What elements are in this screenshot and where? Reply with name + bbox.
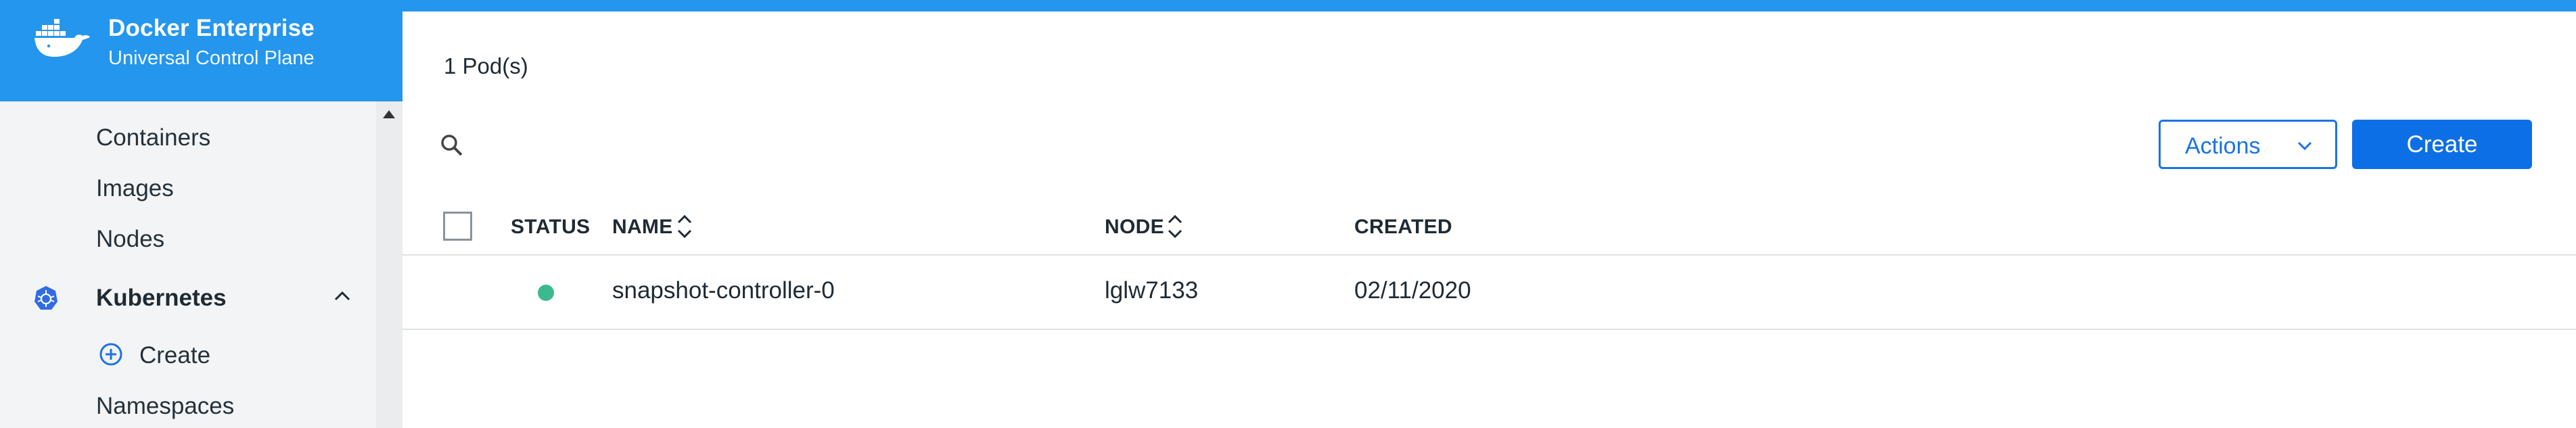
actions-button-label: Actions [2185,133,2261,159]
pod-node: lglw7133 [1105,277,1199,304]
plus-circle-icon [99,343,122,366]
scroll-up-arrow-icon[interactable] [383,110,395,118]
sidebar-item-nodes[interactable]: Nodes [96,226,164,253]
brand-title: Docker Enterprise [108,15,315,41]
sidebar: Docker Enterprise Universal Control Plan… [0,0,402,428]
pod-created: 02/11/2020 [1354,277,1471,304]
brand-subtitle: Universal Control Plane [108,47,315,69]
brand-header[interactable]: Docker Enterprise Universal Control Plan… [0,0,402,101]
table-header-divider [402,254,2576,256]
create-button[interactable]: Create [2352,120,2532,169]
status-running-indicator [538,285,554,301]
pod-count: 1 Pod(s) [444,53,528,78]
docker-whale-icon [34,19,90,57]
table-row-divider [402,329,2576,330]
sidebar-item-containers[interactable]: Containers [96,124,210,151]
sidebar-item-images[interactable]: Images [96,175,174,202]
search-icon[interactable] [438,132,465,159]
main-content: 1 Pod(s) Actions Create STATUS NAME NODE… [402,11,2576,428]
pod-name-link[interactable]: snapshot-controller-0 [612,277,835,304]
chevron-down-icon [2297,141,2312,151]
sidebar-section-kubernetes[interactable]: Kubernetes [96,285,227,312]
column-header-status: STATUS [511,216,591,238]
sidebar-item-create[interactable]: Create [139,342,210,369]
sort-icon[interactable] [676,212,693,241]
actions-button[interactable]: Actions [2159,120,2337,169]
kubernetes-icon [34,286,58,310]
sidebar-item-namespaces[interactable]: Namespaces [96,393,234,420]
sidebar-scrollbar[interactable] [376,101,402,428]
column-header-created: CREATED [1354,216,1452,238]
select-all-checkbox[interactable] [443,212,472,241]
column-header-name[interactable]: NAME [612,216,673,239]
sort-icon[interactable] [1166,212,1184,241]
chevron-up-icon[interactable] [333,287,352,306]
column-header-node[interactable]: NODE [1105,216,1164,239]
